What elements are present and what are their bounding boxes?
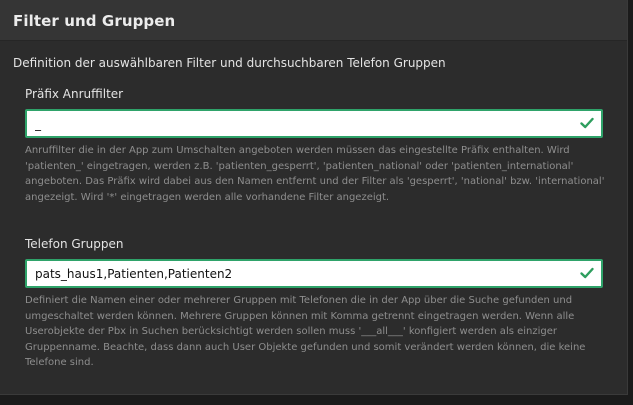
- check-icon: [580, 117, 594, 129]
- phone-groups-field: Telefon Gruppen Definiert die Namen eine…: [25, 237, 603, 371]
- panel-title: Filter und Gruppen: [13, 12, 176, 30]
- prefix-filter-help: Anruffilter die in der App zum Umschalte…: [25, 145, 605, 203]
- phone-groups-input-box[interactable]: [25, 259, 603, 288]
- phone-groups-label: Telefon Gruppen: [25, 237, 124, 251]
- section-description: Definition der auswählbaren Filter und d…: [13, 56, 446, 70]
- panel-header: Filter und Gruppen: [0, 0, 627, 41]
- filter-groups-panel: Filter und Gruppen Definition der auswäh…: [0, 0, 628, 395]
- prefix-filter-input[interactable]: [27, 111, 567, 136]
- prefix-filter-label: Präfix Anruffilter: [25, 87, 124, 101]
- phone-groups-input[interactable]: [27, 261, 567, 286]
- prefix-filter-input-box[interactable]: [25, 109, 603, 138]
- prefix-filter-field: Präfix Anruffilter Anruffilter die in de…: [25, 87, 604, 205]
- check-icon: [580, 267, 594, 279]
- phone-groups-help: Definiert die Namen einer oder mehrerer …: [25, 295, 586, 368]
